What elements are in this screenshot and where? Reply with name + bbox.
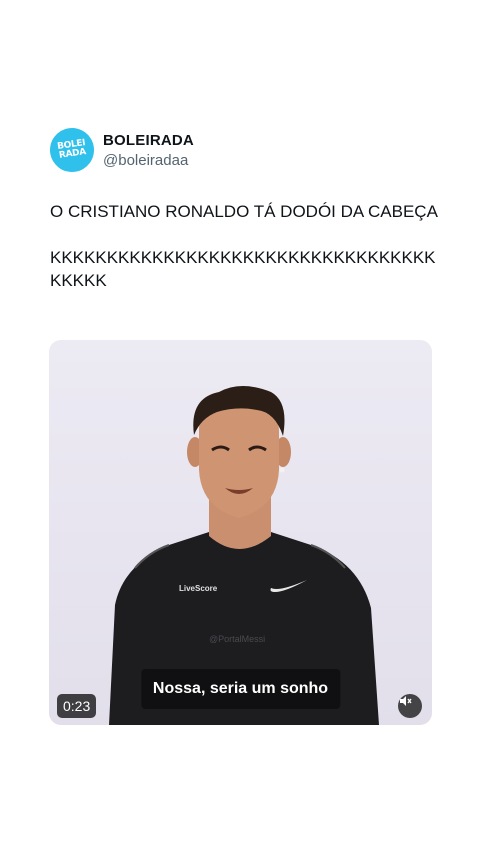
author-handle[interactable]: @boleiradaa — [103, 152, 188, 169]
shirt-brand-text: LiveScore — [179, 584, 218, 593]
video-duration: 0:23 — [57, 694, 97, 718]
video-player[interactable]: LiveScore @PortalMessi Nossa, seria um s… — [49, 340, 432, 725]
speaker-muted-icon — [400, 696, 412, 706]
overlay-watermark-text: @PortalMessi — [209, 634, 265, 644]
avatar-text-bottom: RADA — [58, 147, 87, 161]
earring — [279, 467, 285, 473]
video-frame: LiveScore @PortalMessi — [109, 386, 379, 725]
video-subtitle: Nossa, seria um sonho — [140, 669, 341, 709]
tweet-text: O CRISTIANO RONALDO TÁ DODÓI DA CABEÇA K… — [50, 200, 440, 315]
author-display-name[interactable]: BOLEIRADA — [103, 132, 194, 149]
volume-button[interactable] — [398, 694, 422, 718]
avatar[interactable]: BOLEI RADA — [47, 125, 97, 175]
tweet-paragraph-1: O CRISTIANO RONALDO TÁ DODÓI DA CABEÇA — [50, 202, 438, 221]
tweet-paragraph-2: KKKKKKKKKKKKKKKKKKKKKKKKKKKKKKKKKKKKKKK — [50, 248, 436, 290]
face — [199, 398, 279, 518]
